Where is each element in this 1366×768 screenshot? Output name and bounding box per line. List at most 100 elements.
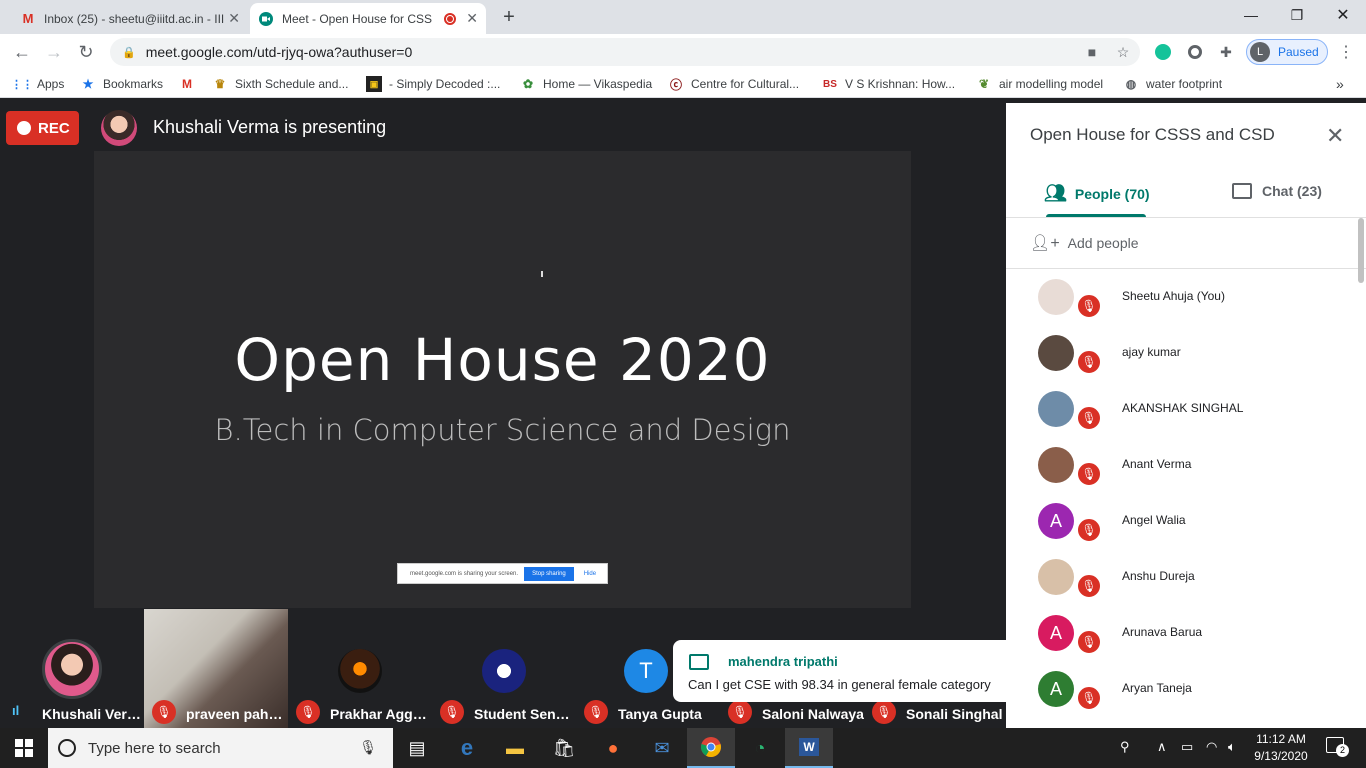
edge-icon[interactable]: ◔ xyxy=(736,728,784,768)
bookmark-vs-krishnan[interactable]: BS V S Krishnan: How... xyxy=(822,75,955,93)
tab-title: Meet - Open House for CSSS a xyxy=(282,11,432,26)
close-panel-icon[interactable]: ✕ xyxy=(1326,123,1344,149)
firefox-icon[interactable]: ● xyxy=(589,728,637,768)
mail-icon[interactable]: ✉ xyxy=(638,728,686,768)
close-tab-icon[interactable]: ✕ xyxy=(228,10,240,27)
notifications-icon[interactable]: 2 xyxy=(1326,737,1349,757)
system-clock[interactable]: 11:12 AM 9/13/2020 xyxy=(1248,731,1314,765)
bookmark-ccrt[interactable]: ⓒ Centre for Cultural... xyxy=(668,75,799,93)
close-tab-icon[interactable]: ✕ xyxy=(466,10,478,27)
chevron-up-icon[interactable]: ∧ xyxy=(1157,739,1167,755)
list-item[interactable]: 🎙︎ Sheetu Ahuja (You) xyxy=(1006,269,1356,325)
bookmark-air-modelling[interactable]: ❦ air modelling model xyxy=(976,75,1103,93)
ccrt-icon: ⓒ xyxy=(669,77,682,92)
list-item[interactable]: A 🎙︎ Arunava Barua xyxy=(1006,605,1356,661)
list-item[interactable]: 🎙︎ Anant Verma xyxy=(1006,437,1356,493)
bookmark-bookmarks[interactable]: ★ Bookmarks xyxy=(80,75,163,93)
edge-legacy-icon[interactable]: e xyxy=(443,728,491,768)
bookmark-sixth-schedule[interactable]: ♛ Sixth Schedule and... xyxy=(212,75,349,93)
participant-name: Saloni Nalwaya xyxy=(762,706,864,722)
list-item[interactable]: A 🎙︎ Angel Walia xyxy=(1006,493,1356,549)
tab-chat-label: Chat (23) xyxy=(1262,183,1322,199)
task-view-icon[interactable]: ▤ xyxy=(393,728,441,768)
people-icon[interactable]: ⚲ xyxy=(1120,739,1130,755)
list-item[interactable]: 🎙︎ ajay kumar xyxy=(1006,325,1356,381)
avatar xyxy=(1038,279,1074,315)
profile-button[interactable]: L Paused xyxy=(1246,39,1328,65)
star-icon: ★ xyxy=(82,77,94,91)
file-explorer-icon[interactable]: ▬ xyxy=(491,728,539,768)
meeting-title: Open House for CSSS and CSD xyxy=(1030,125,1275,144)
url-text: meet.google.com/utd-rjyq-owa?authuser=0 xyxy=(145,44,413,60)
more-bookmarks-icon[interactable]: » xyxy=(1336,75,1344,93)
people-icon: 👥︎ xyxy=(1044,183,1067,203)
avatar xyxy=(1038,391,1074,427)
participant-tile[interactable]: ıl Khushali Verma xyxy=(0,609,144,728)
volume-icon[interactable]: 🔈︎ xyxy=(1228,739,1236,755)
bookmark-simply-decoded[interactable]: ▣ - Simply Decoded :... xyxy=(366,75,500,93)
new-tab-button[interactable]: + xyxy=(497,6,521,28)
participant-name: Arunava Barua xyxy=(1122,625,1203,639)
taskbar-search-input[interactable]: Type here to search 🎙︎ xyxy=(48,728,393,768)
list-item[interactable]: 🎙︎ AKANSHAK SINGHAL xyxy=(1006,381,1356,437)
list-item[interactable]: A 🎙︎ Aryan Taneja xyxy=(1006,661,1356,717)
extension-icon[interactable] xyxy=(1185,42,1205,62)
chrome-icon[interactable] xyxy=(687,728,735,768)
address-toolbar: ← → ↻ 🔒 meet.google.com/utd-rjyq-owa?aut… xyxy=(0,34,1366,70)
bookmark-water-footprint[interactable]: ◍ water footprint xyxy=(1123,75,1222,93)
mic-off-icon: 🎙︎ xyxy=(1076,629,1102,655)
word-icon[interactable]: W xyxy=(785,728,833,768)
participant-video-tile[interactable]: 🎙︎ praveen pahuja xyxy=(144,609,288,728)
meet-icon xyxy=(258,11,274,27)
restore-icon[interactable]: ❐ xyxy=(1274,0,1320,30)
list-item[interactable]: 🎙︎ Anshu Dureja xyxy=(1006,549,1356,605)
bookmark-label: Sixth Schedule and... xyxy=(235,77,349,91)
hide-button[interactable]: Hide xyxy=(584,571,596,577)
add-people-button[interactable]: 👤︎+ Add people xyxy=(1030,233,1139,253)
reload-icon[interactable]: ↻ xyxy=(74,40,98,64)
forward-icon[interactable]: → xyxy=(42,40,66,64)
participant-name: Sheetu Ahuja (You) xyxy=(1122,289,1225,303)
chat-message: Can I get CSE with 98.34 in general fema… xyxy=(688,677,991,692)
bookmark-gmail[interactable]: M xyxy=(179,75,202,93)
url-bar[interactable]: 🔒 meet.google.com/utd-rjyq-owa?authuser=… xyxy=(110,38,1140,66)
gmail-icon: M xyxy=(182,77,192,91)
tab-meet[interactable]: Meet - Open House for CSSS a ✕ xyxy=(250,3,486,34)
windows-start-icon[interactable] xyxy=(0,728,48,768)
bookmark-vikaspedia[interactable]: ✿ Home — Vikaspedia xyxy=(520,75,652,93)
back-icon[interactable]: ← xyxy=(10,40,34,64)
minimize-icon[interactable]: — xyxy=(1228,0,1274,30)
windows-taskbar: Type here to search 🎙︎ ▤ e ▬ 🛍︎ ● ✉ ◔ W … xyxy=(0,728,1366,768)
extensions-puzzle-icon[interactable]: ✚ xyxy=(1216,42,1236,62)
vikaspedia-icon: ✿ xyxy=(522,77,534,91)
bookmark-apps[interactable]: ⋮⋮ Apps xyxy=(11,75,64,93)
participant-tile[interactable]: 🎙︎ Prakhar Aggar... xyxy=(288,609,432,728)
avatar: A xyxy=(1038,671,1074,707)
participant-tile[interactable]: 🎙︎ Student Senat... xyxy=(432,609,576,728)
grammarly-icon[interactable] xyxy=(1153,42,1173,62)
battery-icon[interactable]: ▭ xyxy=(1181,739,1193,755)
chat-notification[interactable]: mahendra tripathi Can I get CSE with 98.… xyxy=(673,640,1006,702)
apps-grid-icon: ⋮⋮ xyxy=(11,78,33,91)
bookmark-star-icon[interactable]: ☆ xyxy=(1113,42,1133,62)
chat-sender: mahendra tripathi xyxy=(728,654,838,669)
menu-kebab-icon[interactable]: ⋮ xyxy=(1336,42,1356,62)
profile-avatar: L xyxy=(1250,42,1270,62)
avatar xyxy=(42,639,102,699)
camera-icon[interactable]: ■ xyxy=(1082,42,1102,62)
share-notice-text: meet.google.com is sharing your screen. xyxy=(410,570,519,577)
panel-scrollbar[interactable] xyxy=(1358,218,1364,283)
stop-sharing-button[interactable]: Stop sharing xyxy=(524,566,574,581)
tab-chat[interactable]: Chat (23) xyxy=(1232,183,1322,199)
mouse-cursor-icon xyxy=(541,271,545,277)
tab-gmail[interactable]: M Inbox (25) - sheetu@iiitd.ac.in - IIIT… xyxy=(12,3,248,34)
microphone-icon[interactable]: 🎙︎ xyxy=(359,739,377,756)
tab-people[interactable]: 👥︎ People (70) xyxy=(1044,183,1150,204)
store-icon[interactable]: 🛍︎ xyxy=(540,728,588,768)
wifi-icon[interactable]: ◠ xyxy=(1206,739,1217,755)
mic-off-icon: 🎙︎ xyxy=(1076,461,1102,487)
tab-title: Inbox (25) - sheetu@iiitd.ac.in - IIIT xyxy=(44,11,224,26)
shared-screen: Open House 2020 B.Tech in Computer Scien… xyxy=(94,151,911,608)
close-window-icon[interactable]: ✕ xyxy=(1320,0,1366,30)
avatar xyxy=(338,649,382,693)
